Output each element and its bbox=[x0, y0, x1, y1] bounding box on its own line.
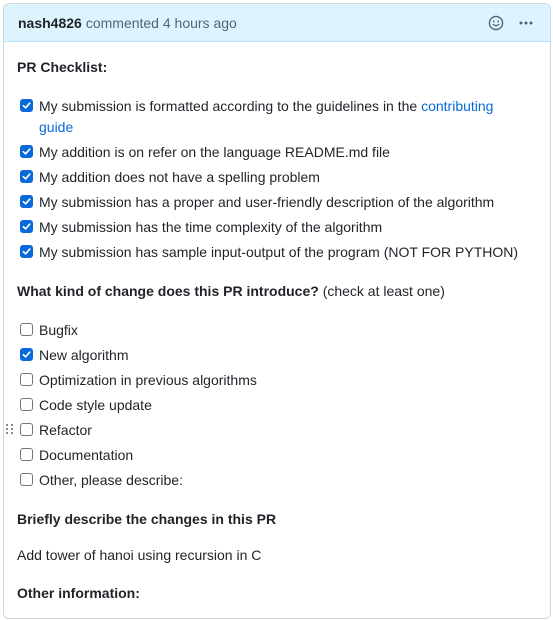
checklist-item-text: My submission has a proper and user-frie… bbox=[39, 194, 495, 210]
change-type-text: New algorithm bbox=[39, 347, 129, 363]
change-type-item: New algorithm bbox=[20, 345, 128, 366]
checklist-item: My submission has sample input-output of… bbox=[20, 242, 518, 263]
change-type-item: Refactor bbox=[20, 420, 92, 441]
checklist-item: My addition does not have a spelling pro… bbox=[20, 167, 320, 188]
checklist-item: My addition is on refer on the language … bbox=[20, 142, 390, 163]
checklist-heading: PR Checklist: bbox=[17, 59, 108, 75]
description-text: Add tower of hanoi using recursion in C bbox=[17, 547, 262, 563]
other-info-heading: Other information: bbox=[17, 585, 140, 601]
checkbox-unchecked[interactable] bbox=[20, 373, 33, 386]
change-type-text: Optimization in previous algorithms bbox=[39, 372, 257, 388]
checkbox-unchecked[interactable] bbox=[20, 473, 33, 486]
checkbox-checked[interactable] bbox=[20, 245, 33, 258]
author-link[interactable]: nash4826 bbox=[18, 15, 82, 31]
checkbox-unchecked[interactable] bbox=[20, 423, 33, 436]
change-type-item: Optimization in previous algorithms bbox=[20, 370, 257, 391]
change-type-heading: What kind of change does this PR introdu… bbox=[17, 283, 445, 299]
smiley-icon[interactable] bbox=[486, 13, 506, 33]
checkbox-checked[interactable] bbox=[20, 195, 33, 208]
change-type-text: Code style update bbox=[39, 397, 152, 413]
header-actions bbox=[486, 13, 536, 33]
change-type-item: Other, please describe: bbox=[20, 470, 183, 491]
comment-timestamp[interactable]: commented 4 hours ago bbox=[86, 15, 237, 31]
checklist-item-text: My submission is formatted according to … bbox=[39, 98, 422, 114]
checklist-item-text: My submission has sample input-output of… bbox=[39, 244, 519, 260]
checklist-item: My submission is formatted according to … bbox=[20, 96, 509, 138]
comment-header: nash4826 commented 4 hours ago bbox=[4, 4, 550, 42]
checkbox-unchecked[interactable] bbox=[20, 448, 33, 461]
change-type-text: Other, please describe: bbox=[39, 472, 183, 488]
checkbox-checked[interactable] bbox=[20, 99, 33, 112]
checklist-item: My submission has a proper and user-frie… bbox=[20, 192, 494, 213]
checklist-item-text: My addition is on refer on the language … bbox=[39, 144, 390, 160]
checkbox-checked[interactable] bbox=[20, 220, 33, 233]
change-type-text: Documentation bbox=[39, 447, 134, 463]
change-type-item: Code style update bbox=[20, 395, 152, 416]
change-type-text: Refactor bbox=[39, 422, 92, 438]
checkbox-checked[interactable] bbox=[20, 145, 33, 158]
change-type-item: Documentation bbox=[20, 445, 133, 466]
checklist-item-text: My addition does not have a spelling pro… bbox=[39, 169, 320, 185]
checklist-item: My submission has the time complexity of… bbox=[20, 217, 382, 238]
description-heading: Briefly describe the changes in this PR bbox=[17, 511, 277, 527]
change-type-note: (check at least one) bbox=[322, 283, 445, 299]
checklist-item-text: My submission has the time complexity of… bbox=[39, 219, 383, 235]
drag-handle-icon[interactable] bbox=[6, 424, 14, 434]
checkbox-unchecked[interactable] bbox=[20, 398, 33, 411]
checkbox-unchecked[interactable] bbox=[20, 323, 33, 336]
checkbox-checked[interactable] bbox=[20, 348, 33, 361]
change-type-text: Bugfix bbox=[39, 322, 78, 338]
kebab-horizontal-icon[interactable] bbox=[516, 13, 536, 33]
change-type-item: Bugfix bbox=[20, 320, 78, 341]
checkbox-checked[interactable] bbox=[20, 170, 33, 183]
